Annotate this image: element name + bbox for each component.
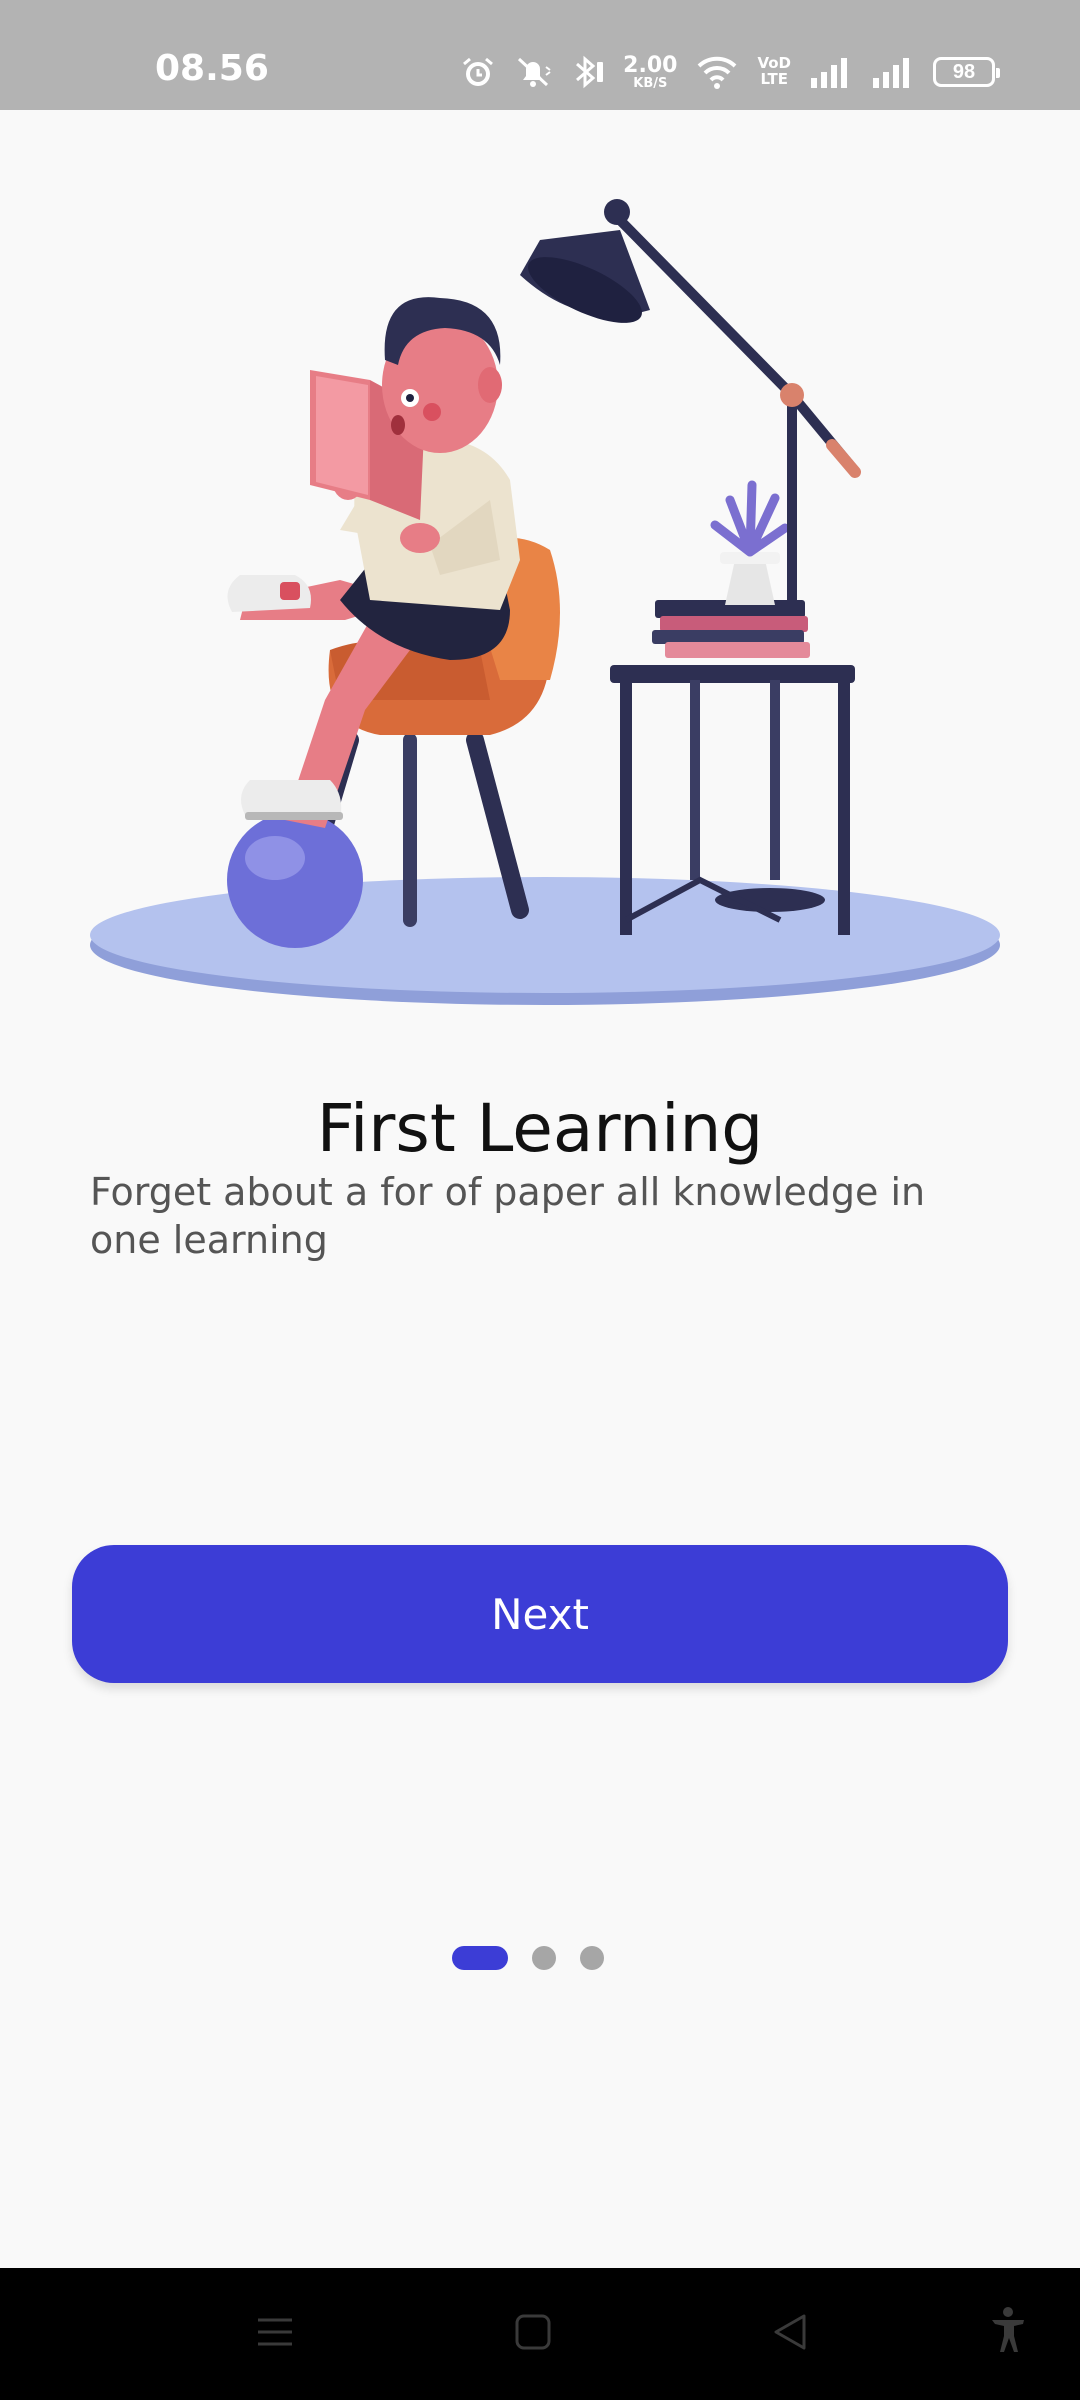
page-title: First Learning xyxy=(316,1090,764,1167)
bluetooth-icon xyxy=(571,54,605,90)
wifi-icon xyxy=(695,54,739,90)
back-icon[interactable] xyxy=(770,2312,810,2357)
status-time: 08.56 xyxy=(155,48,269,89)
page-description: Forget about a for of paper all knowledg… xyxy=(90,1170,926,1262)
page-dot-active xyxy=(452,1946,508,1970)
page-dot xyxy=(580,1946,604,1970)
navigation-bar xyxy=(0,2268,1080,2400)
signal-icon xyxy=(809,56,853,88)
alarm-icon xyxy=(461,55,495,89)
status-icons: 2.00 KB/S VoD LTE 98 xyxy=(461,50,1000,94)
onboarding-illustration xyxy=(80,180,1010,1020)
page-dot xyxy=(532,1946,556,1970)
network-speed: 2.00 KB/S xyxy=(623,52,678,91)
status-bar: 08.56 2.00 KB/S VoD LTE 98 xyxy=(0,0,1080,110)
signal-icon xyxy=(871,56,915,88)
menu-icon[interactable] xyxy=(255,2312,295,2357)
mute-icon xyxy=(513,55,553,89)
battery-icon: 98 xyxy=(933,57,1000,87)
network-type: VoD LTE xyxy=(757,54,791,88)
page-indicator xyxy=(452,1946,604,1970)
accessibility-icon[interactable] xyxy=(988,2306,1028,2359)
home-icon[interactable] xyxy=(513,2312,553,2357)
next-button[interactable]: Next xyxy=(72,1545,1008,1683)
